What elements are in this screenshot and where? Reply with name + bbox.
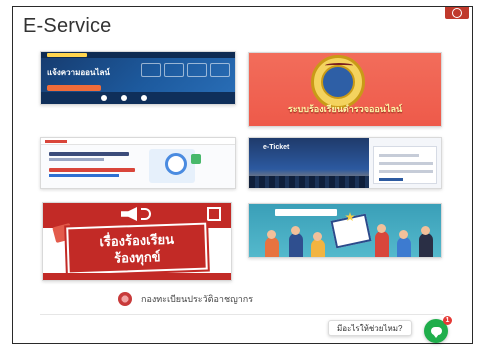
card-caption: ระบบร้องเรียนตำรวจออนไลน์ — [287, 104, 403, 114]
card-headline: แจ้งความออนไลน์ — [47, 68, 110, 77]
org-footer[interactable]: กองทะเบียนประวัติอาชญากร — [118, 292, 253, 306]
circle-icon — [141, 95, 147, 101]
circle-icon — [121, 95, 127, 101]
card-label: e-Ticket — [263, 144, 290, 151]
head-icon — [399, 230, 408, 239]
person-icon — [311, 239, 325, 257]
police-seal-icon — [311, 55, 365, 109]
person-icon — [289, 233, 303, 257]
person-icon — [375, 231, 389, 257]
service-tile — [210, 63, 230, 77]
document-icon — [191, 154, 201, 164]
head-icon — [377, 224, 386, 233]
card-footer-strip — [43, 273, 231, 280]
complaint-petition-card[interactable]: เรื่องร้องเรียน ร้องทุกข์ — [42, 202, 232, 281]
text-line — [49, 152, 129, 156]
crowd-card[interactable] — [248, 203, 442, 258]
user-icon[interactable] — [445, 7, 469, 19]
chat-bubble-icon — [430, 327, 442, 338]
page-title: E-Service — [23, 15, 112, 37]
login-panel — [373, 146, 437, 184]
card-header — [41, 138, 235, 145]
online-complaint-card[interactable]: แจ้งความออนไลน์ — [40, 51, 236, 105]
sign-line-2: ร้องทุกข์ — [113, 248, 161, 266]
card-tag — [275, 209, 337, 216]
text-line — [49, 174, 119, 177]
form-card[interactable] — [40, 137, 236, 189]
person-icon — [265, 237, 279, 257]
circle-icon — [101, 95, 107, 101]
service-tile — [164, 63, 184, 77]
complaint-system-card[interactable]: ระบบร้องเรียนตำรวจออนไลน์ — [248, 52, 442, 127]
service-tile — [141, 63, 161, 77]
service-tiles — [141, 63, 230, 77]
head-icon — [313, 232, 322, 241]
petition-sign: เรื่องร้องเรียน ร้องทุกข์ — [66, 222, 208, 275]
crest-icon — [118, 292, 132, 306]
magnifier-icon — [165, 153, 187, 175]
card-cta-button — [47, 85, 101, 91]
text-line — [49, 168, 135, 172]
divider — [40, 314, 444, 315]
e-ticket-card[interactable]: e-Ticket — [248, 137, 442, 189]
text-line — [49, 158, 104, 161]
org-name: กองทะเบียนประวัติอาชญากร — [141, 294, 254, 304]
head-icon — [267, 230, 276, 239]
head-icon — [291, 226, 300, 235]
chat-prompt-label[interactable]: มีอะไรให้ช่วยไหม? — [328, 320, 412, 336]
frame-icon — [207, 207, 221, 221]
notification-badge: 1 — [443, 316, 452, 325]
card-footer-strip — [41, 92, 235, 104]
head-icon — [421, 226, 430, 235]
person-icon — [397, 237, 411, 257]
service-tile — [187, 63, 207, 77]
sign-line-1: เรื่องร้องเรียน — [99, 231, 175, 249]
logo — [47, 53, 87, 57]
person-icon — [419, 233, 433, 257]
